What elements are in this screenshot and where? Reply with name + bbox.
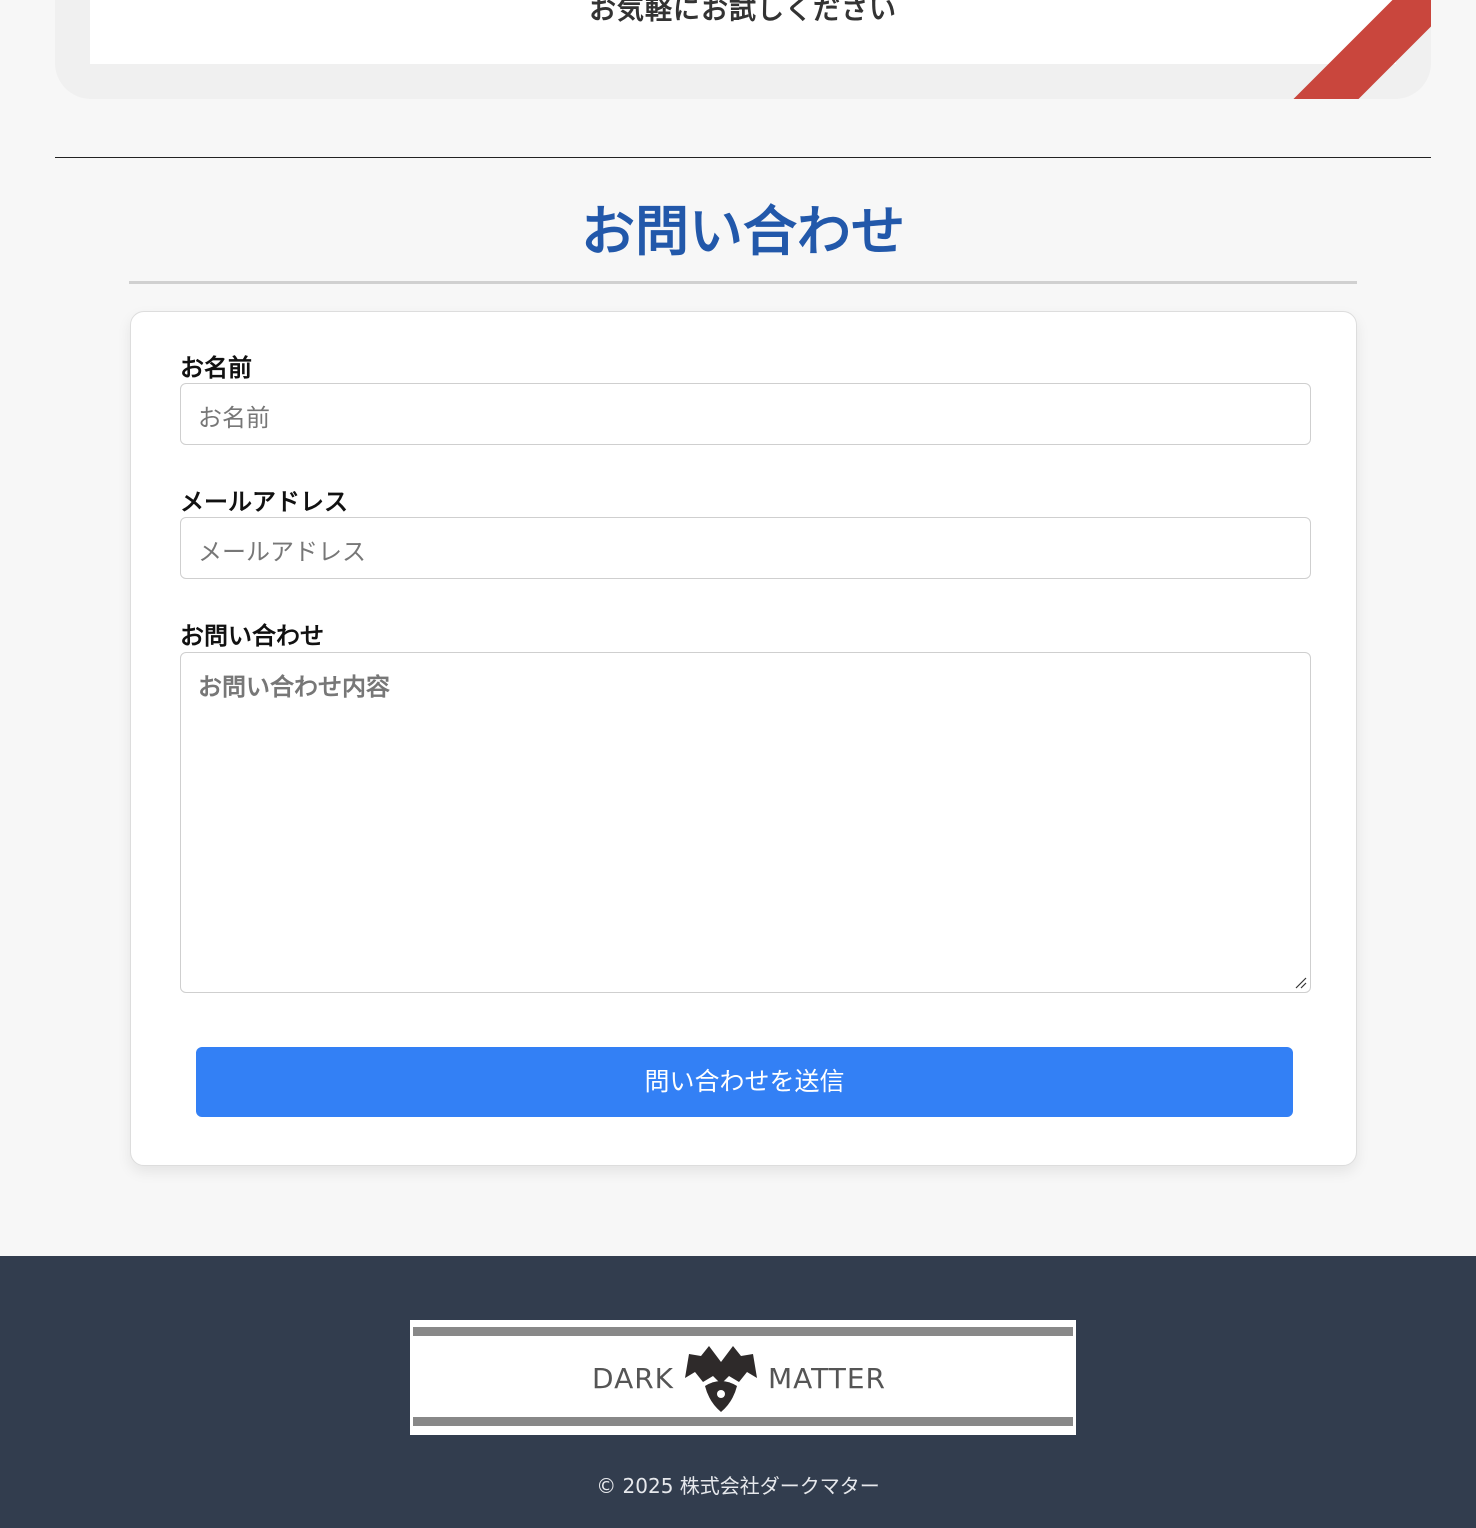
logo-text-right: MATTER (768, 1362, 886, 1395)
section-divider (55, 157, 1431, 158)
message-field[interactable]: お問い合わせ内容 (180, 652, 1311, 993)
page-title: お問い合わせ (581, 200, 905, 263)
email-placeholder: メールアドレス (198, 538, 366, 566)
submit-button[interactable]: 問い合わせを送信 (196, 1047, 1293, 1117)
name-label: お名前 (180, 354, 252, 382)
message-label: お問い合わせ (180, 622, 324, 650)
logo-text-left: DARK (592, 1362, 675, 1395)
email-label: メールアドレス (180, 488, 348, 516)
promo-card: お気軽にお試しください (55, 0, 1431, 99)
logo-top-bar (413, 1327, 1073, 1336)
company-logo[interactable]: DARK MATTER (410, 1320, 1076, 1435)
email-field[interactable]: メールアドレス (180, 517, 1311, 579)
message-placeholder: お問い合わせ内容 (198, 673, 390, 701)
copyright: © 2025 株式会社ダークマター (596, 1474, 880, 1498)
name-placeholder: お名前 (198, 404, 270, 432)
logo-bottom-bar (413, 1417, 1073, 1426)
contact-form: お名前 お名前 メールアドレス メールアドレス お問い合わせ お問い合わせ内容 … (130, 311, 1357, 1166)
ribbon-decoration (1231, 0, 1431, 99)
promo-card-inner: お気軽にお試しください (90, 0, 1396, 64)
resize-handle-icon[interactable] (1293, 975, 1307, 989)
dark-matter-logo-icon (685, 1346, 757, 1412)
footer: DARK MATTER © 2025 株式会社ダークマター (0, 1256, 1476, 1528)
page: お気軽にお試しください お問い合わせ お名前 お名前 メールアドレス メールアド… (0, 0, 1476, 1528)
promo-text: お気軽にお試しください (589, 0, 897, 26)
ribbon-band (1243, 0, 1431, 99)
title-underline (129, 281, 1357, 284)
name-field[interactable]: お名前 (180, 383, 1311, 445)
